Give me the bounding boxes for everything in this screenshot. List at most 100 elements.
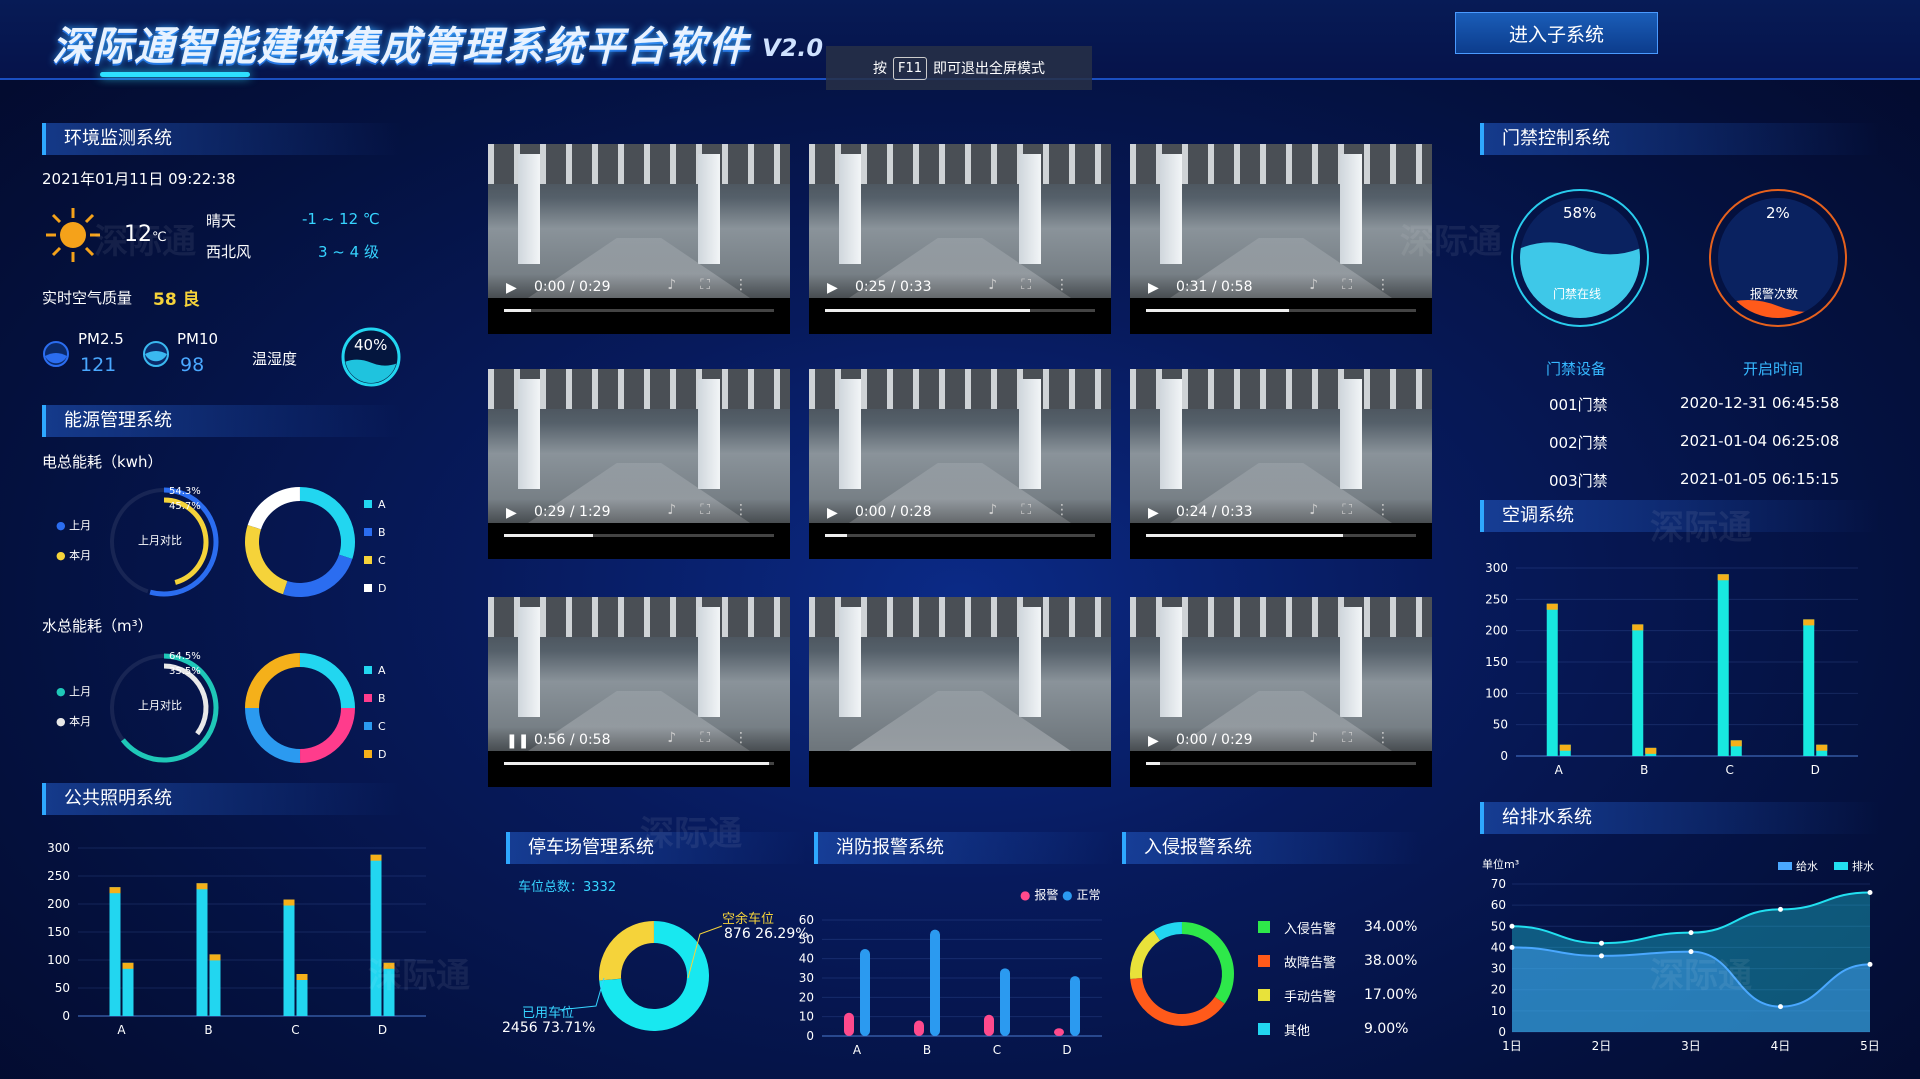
more-icon[interactable]: ⋮ (734, 277, 772, 293)
volume-icon[interactable]: ♪ (1309, 502, 1342, 518)
more-icon[interactable]: ⋮ (734, 730, 772, 746)
volume-icon[interactable]: ♪ (1309, 277, 1342, 293)
legend-swatch (1258, 989, 1270, 1001)
video-time: 0:31 / 0:58 (1176, 279, 1253, 295)
fullscreen-icon[interactable]: ⛶ (1342, 502, 1376, 518)
fullscreen-icon[interactable]: ⛶ (700, 730, 734, 746)
humidity-label: 温湿度 (252, 350, 298, 368)
video-progress-bar[interactable] (504, 762, 774, 765)
play-icon[interactable]: ▶ (827, 280, 838, 296)
access-table: 001门禁 2020-12-31 06:45:58 002门禁 2021-01-04 … (1480, 394, 1880, 508)
ac-bar-chart: 0 50 100 150 200 250 300 A B C D (1485, 561, 1858, 777)
x-tick-label: D (378, 1023, 387, 1037)
x-tick-label: A (1555, 763, 1564, 777)
camera-video-player[interactable]: ▶ 0:24 / 0:33 ♪⛶⋮ (1130, 369, 1432, 559)
y-tick-label: 200 (47, 897, 70, 911)
watermark: 深际通 (640, 814, 742, 854)
watermark: 深际通 (1650, 508, 1752, 548)
legend-item-A: A (364, 656, 386, 684)
video-toolbar: ♪⛶⋮ (1309, 730, 1414, 746)
y-tick-label: 40 (1491, 940, 1506, 954)
watermark: 深际通 (1650, 956, 1752, 996)
more-icon[interactable]: ⋮ (1376, 277, 1414, 293)
fullscreen-icon[interactable]: ⛶ (1021, 502, 1055, 518)
volume-icon[interactable]: ♪ (667, 502, 700, 518)
app-version: V2.0 (762, 34, 824, 62)
y-tick-label: 50 (55, 981, 70, 995)
volume-icon[interactable]: ♪ (667, 277, 700, 293)
fire-legend: ● 报警 ● 正常 (1020, 886, 1100, 903)
play-icon[interactable]: ▶ (827, 505, 838, 521)
access-row-time: 2020-12-31 06:45:58 (1680, 394, 1840, 412)
video-toolbar: ♪⛶⋮ (1309, 277, 1414, 293)
donut-slice-手动告警 (1130, 930, 1161, 979)
volume-icon[interactable]: ♪ (1309, 730, 1342, 746)
intrusion-legend-item: 其他 9.00% (1258, 1012, 1422, 1046)
pm10-value: 98 (180, 354, 205, 376)
pillar (518, 154, 540, 264)
volume-icon[interactable]: ♪ (988, 502, 1021, 518)
video-toolbar: ♪⛶⋮ (988, 277, 1093, 293)
access-row-time: 2021-01-04 06:25:08 (1680, 432, 1840, 450)
play-icon[interactable]: ▶ (1148, 280, 1159, 296)
y-tick-label: 20 (799, 990, 814, 1004)
fullscreen-icon[interactable]: ⛶ (1021, 277, 1055, 293)
y-tick-label: 10 (1491, 1004, 1506, 1018)
fullscreen-icon[interactable]: ⛶ (1342, 730, 1376, 746)
bar-cap (1730, 740, 1742, 747)
env-panel-title: 环境监测系统 (42, 123, 402, 155)
video-progress-bar[interactable] (504, 534, 774, 537)
play-icon[interactable]: ▶ (506, 505, 517, 521)
data-point (1778, 906, 1783, 912)
video-toolbar: ♪⛶⋮ (1309, 502, 1414, 518)
pillar (518, 607, 540, 717)
y-tick-label: 0 (806, 1029, 814, 1043)
video-progress-bar[interactable] (504, 309, 774, 312)
video-progress-bar[interactable] (1146, 534, 1416, 537)
camera-video-player[interactable]: ▶ 0:25 / 0:33 ♪⛶⋮ (809, 144, 1111, 334)
play-icon[interactable]: ▶ (1148, 733, 1159, 749)
volume-icon[interactable]: ♪ (667, 730, 700, 746)
more-icon[interactable]: ⋮ (734, 502, 772, 518)
volume-icon[interactable]: ♪ (988, 277, 1021, 293)
camera-video-player[interactable]: ▶ 0:00 / 0:28 ♪⛶⋮ (809, 369, 1111, 559)
more-icon[interactable]: ⋮ (1055, 502, 1093, 518)
more-icon[interactable]: ⋮ (1376, 730, 1414, 746)
pillar (518, 379, 540, 489)
elec-breakdown-donut (245, 487, 355, 597)
legend-swatch (364, 666, 372, 674)
fullscreen-icon[interactable]: ⛶ (700, 502, 734, 518)
intrusion-item-pct: 17.00% (1364, 987, 1418, 1003)
video-progress-bar[interactable] (1146, 309, 1416, 312)
video-progress-bar[interactable] (825, 534, 1095, 537)
camera-video-player[interactable]: ▶ 0:29 / 1:29 ♪⛶⋮ (488, 369, 790, 559)
play-icon[interactable]: ▶ (1148, 505, 1159, 521)
video-progress-bar[interactable] (1146, 762, 1416, 765)
video-progress-bar[interactable] (825, 309, 1095, 312)
water-pct-2: 35.5% (169, 666, 201, 677)
legend-dot: ● (56, 519, 66, 532)
electricity-label: 电总能耗（kwh） (42, 453, 163, 471)
bar-cap (122, 962, 134, 969)
access-row-device: 001门禁 (1549, 396, 1608, 414)
play-icon[interactable]: ▶ (506, 280, 517, 296)
x-tick-label: C (291, 1023, 299, 1037)
more-icon[interactable]: ⋮ (1376, 502, 1414, 518)
pause-icon[interactable]: ❚❚ (506, 733, 529, 749)
lighting-bar-chart: 0 50 100 150 200 250 300 A B C D (47, 841, 426, 1037)
y-tick-label: 60 (799, 913, 814, 927)
pillar (1160, 379, 1182, 489)
fullscreen-icon[interactable]: ⛶ (1342, 277, 1376, 293)
camera-video-player[interactable]: ❚❚ 0:56 / 0:58 ♪⛶⋮ (488, 597, 790, 787)
enter-subsystem-button[interactable]: 进入子系统 (1455, 12, 1658, 54)
fullscreen-icon[interactable]: ⛶ (700, 277, 734, 293)
camera-video-player[interactable] (809, 597, 1111, 787)
camera-video-player[interactable]: ▶ 0:31 / 0:58 ♪⛶⋮ (1130, 144, 1432, 334)
more-icon[interactable]: ⋮ (1055, 277, 1093, 293)
pm25-gauge-icon (43, 341, 69, 367)
elec-breakdown-legend: ABCD (364, 490, 386, 602)
donut-slice-其他 (1153, 922, 1183, 941)
camera-video-player[interactable]: ▶ 0:00 / 0:29 ♪⛶⋮ (488, 144, 790, 334)
x-tick-label: A (853, 1043, 862, 1057)
camera-video-player[interactable]: ▶ 0:00 / 0:29 ♪⛶⋮ (1130, 597, 1432, 787)
